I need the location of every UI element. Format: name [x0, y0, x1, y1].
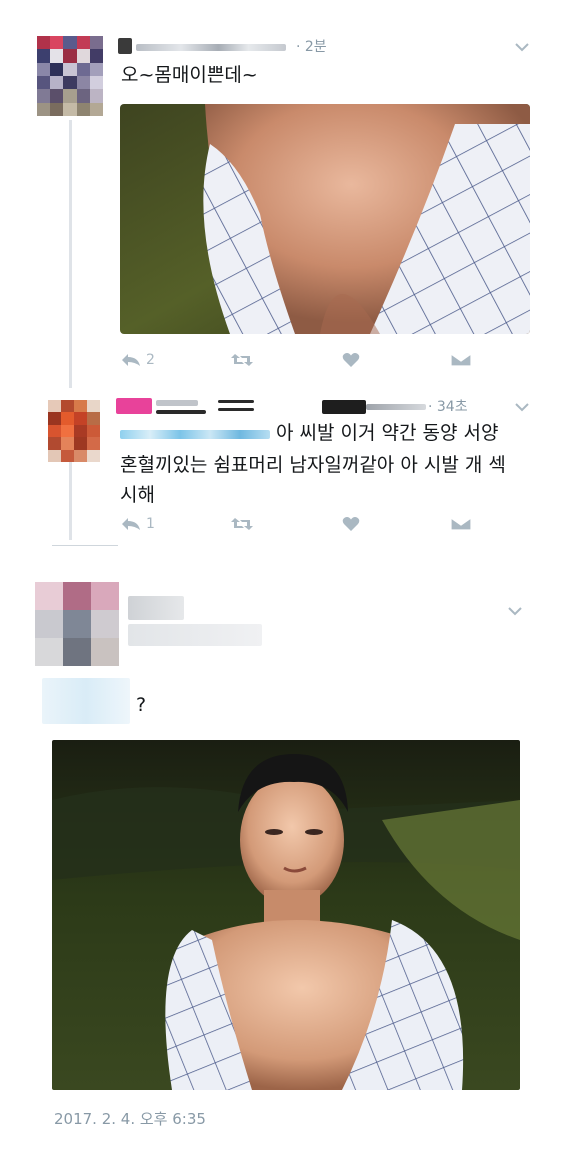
chevron-down-icon[interactable]	[508, 606, 522, 616]
divider	[52, 545, 118, 546]
dm-icon	[450, 517, 472, 531]
retweet-button[interactable]	[230, 516, 254, 532]
tweet-text-line-2: 혼혈끼있는 쉼표머리 남자일꺼같아 아 시발 개 섹	[120, 454, 506, 476]
chevron-down-icon[interactable]	[515, 42, 529, 52]
like-icon	[342, 353, 360, 367]
like-button[interactable]	[342, 352, 360, 368]
thread-line	[69, 120, 72, 388]
redacted-display-name-4	[218, 400, 254, 403]
redacted-display-name	[116, 398, 152, 414]
tweet-text-line-1: 아 씨발 이거 약간 동양 서양	[276, 422, 499, 444]
redacted-mention	[120, 430, 270, 439]
like-button[interactable]	[342, 516, 360, 532]
redacted-username	[128, 624, 262, 646]
tweet-photo[interactable]	[52, 740, 520, 1090]
tweet-photo[interactable]	[120, 104, 530, 334]
redacted-username	[136, 44, 286, 51]
tweet-actions: 1	[120, 516, 480, 540]
tweet-date[interactable]: 2017. 2. 4. 오후 6:35	[54, 1108, 206, 1129]
tweet-text-line-3: 시해	[120, 484, 155, 506]
redacted-mention	[42, 678, 130, 724]
redacted-display-name-3	[156, 410, 206, 414]
redacted-display-name-5	[218, 408, 254, 411]
dm-button[interactable]	[450, 352, 472, 368]
timestamp[interactable]: · 2분	[296, 36, 327, 56]
retweet-icon	[231, 354, 253, 366]
like-icon	[342, 517, 360, 531]
timestamp[interactable]: · 34초	[428, 396, 468, 416]
avatar[interactable]	[48, 400, 100, 462]
tweet-text: 오~몸매이쁜데~	[121, 64, 258, 86]
reply-icon	[122, 354, 140, 366]
thread-line	[69, 460, 72, 540]
chevron-down-icon[interactable]	[515, 402, 529, 412]
redacted-display-name	[128, 596, 184, 620]
reply-button[interactable]: 2	[120, 352, 155, 368]
dm-button[interactable]	[450, 516, 472, 532]
avatar[interactable]	[37, 36, 103, 116]
redacted-display-name	[118, 38, 132, 54]
tweet-text: ?	[136, 694, 147, 716]
shirtless-man-photo	[52, 740, 520, 1090]
redacted-username	[322, 400, 366, 414]
reply-count: 2	[146, 352, 155, 368]
shirtless-man-photo	[120, 104, 530, 334]
avatar[interactable]	[35, 582, 119, 666]
reply-button[interactable]: 1	[120, 516, 155, 532]
reply-icon	[122, 518, 140, 530]
redacted-username-2	[366, 404, 426, 410]
tweet-actions: 2	[120, 352, 480, 376]
reply-count: 1	[146, 516, 155, 532]
redacted-display-name-2	[156, 400, 198, 406]
retweet-button[interactable]	[230, 352, 254, 368]
dm-icon	[450, 353, 472, 367]
retweet-icon	[231, 518, 253, 530]
